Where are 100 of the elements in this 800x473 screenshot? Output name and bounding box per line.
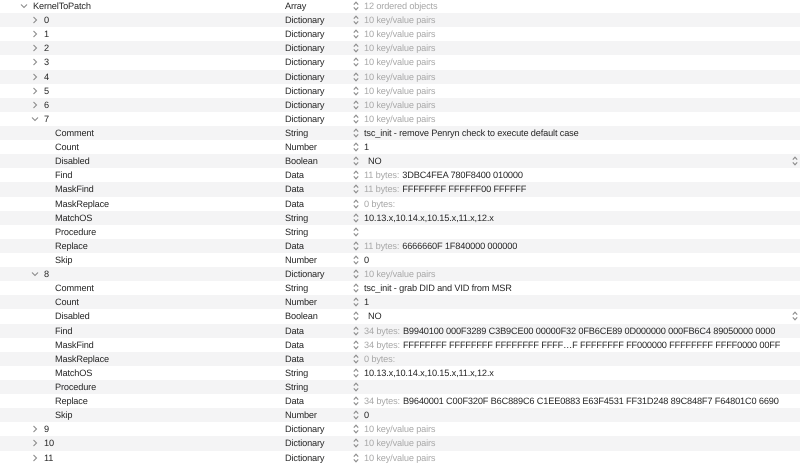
chevron-right-icon[interactable] xyxy=(32,439,38,448)
value-text: NO xyxy=(368,311,382,322)
stepper-icon[interactable] xyxy=(353,226,359,237)
key-label: 5 xyxy=(44,86,49,96)
stepper-icon[interactable] xyxy=(353,72,359,82)
type-label: Number xyxy=(285,410,318,420)
key-label: KernelToPatch xyxy=(33,1,91,12)
type-label: Data xyxy=(285,184,305,194)
stepper-icon[interactable] xyxy=(353,297,359,308)
stepper-icon[interactable] xyxy=(353,452,359,463)
value-text: 0 xyxy=(364,255,369,266)
chevron-right-icon[interactable] xyxy=(32,30,38,38)
key-label: Comment xyxy=(55,128,94,138)
type-label: Data xyxy=(285,396,305,406)
popup-arrows-icon[interactable] xyxy=(792,156,798,166)
key-label: Disabled xyxy=(55,311,90,322)
summary-text: 10 key/value pairs xyxy=(364,452,436,463)
key-label: MaskReplace xyxy=(55,354,110,364)
summary-text: 12 ordered objects xyxy=(364,1,438,12)
stepper-icon[interactable] xyxy=(353,240,359,251)
stepper-icon[interactable] xyxy=(353,424,359,434)
key-label: 6 xyxy=(44,100,49,110)
stepper-icon[interactable] xyxy=(353,184,359,194)
stepper-icon[interactable] xyxy=(353,29,359,40)
stepper-icon[interactable] xyxy=(353,382,359,392)
summary-text: 10 key/value pairs xyxy=(364,29,436,40)
stepper-icon[interactable] xyxy=(353,57,359,68)
summary-text: 34 bytes: xyxy=(364,340,400,350)
key-label: 9 xyxy=(44,424,49,434)
key-label: Comment xyxy=(55,283,94,294)
chevron-right-icon[interactable] xyxy=(32,100,38,109)
summary-text: 10 key/value pairs xyxy=(364,57,436,68)
stepper-icon[interactable] xyxy=(353,198,359,209)
key-label: MatchOS xyxy=(55,212,92,223)
value-text: tsc_init - remove Penryn check to execute default case xyxy=(364,128,579,138)
chevron-right-icon[interactable] xyxy=(32,72,38,81)
chevron-right-icon[interactable] xyxy=(32,44,38,52)
key-label: Skip xyxy=(55,255,72,266)
stepper-icon[interactable] xyxy=(353,326,359,336)
value-text: 6666660F 1F840000 000000 xyxy=(402,240,518,251)
stepper-icon[interactable] xyxy=(353,212,359,223)
chevron-right-icon[interactable] xyxy=(32,454,38,462)
summary-text: 10 key/value pairs xyxy=(364,269,436,280)
chevron-down-icon[interactable] xyxy=(20,3,28,10)
stepper-icon[interactable] xyxy=(353,283,359,294)
summary-text: 10 key/value pairs xyxy=(364,15,436,26)
popup-arrows-icon[interactable] xyxy=(792,311,798,322)
key-label: MaskFind xyxy=(55,184,94,194)
type-label: Dictionary xyxy=(285,15,326,26)
stepper-icon[interactable] xyxy=(353,142,359,152)
type-label: String xyxy=(285,368,310,378)
stepper-icon[interactable] xyxy=(353,1,359,12)
type-label: Dictionary xyxy=(285,29,326,40)
stepper-icon[interactable] xyxy=(353,43,359,54)
chevron-right-icon[interactable] xyxy=(32,86,38,95)
stepper-icon[interactable] xyxy=(353,368,359,378)
type-label: Dictionary xyxy=(285,269,326,280)
stepper-icon[interactable] xyxy=(353,170,359,180)
stepper-icon[interactable] xyxy=(353,438,359,448)
type-label: String xyxy=(285,128,310,138)
stepper-icon[interactable] xyxy=(353,396,359,406)
stepper-icon[interactable] xyxy=(353,100,359,110)
stepper-icon[interactable] xyxy=(353,128,359,138)
chevron-right-icon[interactable] xyxy=(32,16,38,24)
key-label: Procedure xyxy=(55,382,96,392)
value-text: 10.13.x,10.14.x,10.15.x,11.x,12.x xyxy=(364,368,494,378)
stepper-icon[interactable] xyxy=(353,86,359,96)
stepper-icon[interactable] xyxy=(353,354,359,364)
type-label: Number xyxy=(285,255,318,266)
chevron-down-icon[interactable] xyxy=(31,271,39,278)
chevron-down-icon[interactable] xyxy=(31,116,39,122)
summary-text: 11 bytes: xyxy=(364,184,400,194)
key-label: 1 xyxy=(44,29,49,40)
value-text: 3DBC4FEA 780F8400 010000 xyxy=(402,170,523,180)
stepper-icon[interactable] xyxy=(353,410,359,420)
stepper-icon[interactable] xyxy=(353,340,359,350)
type-label: String xyxy=(285,212,310,223)
chevron-right-icon[interactable] xyxy=(32,425,38,434)
stepper-icon[interactable] xyxy=(353,156,359,166)
value-text: B9940100 000F3289 C3B9CE00 00000F32 0FB6CE89 0D000000 000FB6C4 89050000 0000 xyxy=(402,326,776,336)
value-text: 1 xyxy=(364,142,369,152)
type-label: Boolean xyxy=(285,311,319,322)
stepper-icon[interactable] xyxy=(353,311,359,322)
summary-text: 34 bytes: xyxy=(364,326,400,336)
type-label: Dictionary xyxy=(285,452,326,463)
key-label: Procedure xyxy=(55,226,96,237)
chevron-right-icon[interactable] xyxy=(32,58,38,66)
type-label: Data xyxy=(285,326,305,336)
key-label: Disabled xyxy=(55,156,90,166)
type-label: Boolean xyxy=(285,156,319,166)
summary-text: 11 bytes: xyxy=(364,170,400,180)
stepper-icon[interactable] xyxy=(353,269,359,280)
value-text: B9640001 C00F320F B6C889C6 C1EE0883 E63F4531 FF31D248 89C848F7 F64801C0 6690 xyxy=(402,396,779,406)
value-text: tsc_init - grab DID and VID from MSR xyxy=(364,283,512,294)
stepper-icon[interactable] xyxy=(353,114,359,124)
summary-text: 10 key/value pairs xyxy=(364,100,436,110)
type-label: Number xyxy=(285,297,318,308)
stepper-icon[interactable] xyxy=(353,15,359,26)
key-label: MatchOS xyxy=(55,368,92,378)
stepper-icon[interactable] xyxy=(353,255,359,266)
